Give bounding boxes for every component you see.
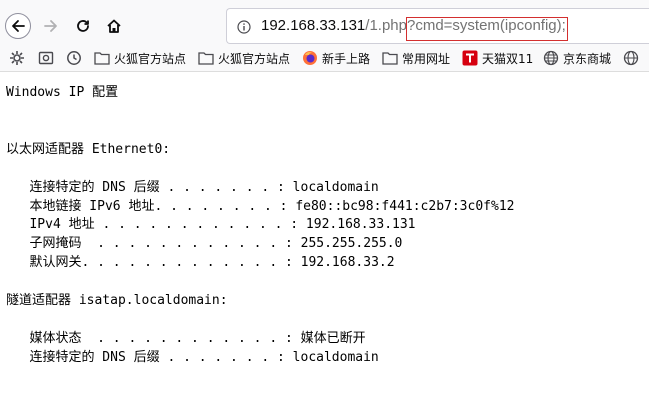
reload-icon (77, 20, 89, 32)
screenshot-icon (38, 51, 54, 65)
bookmark-tmall[interactable]: 天猫双11 (462, 49, 533, 67)
home-icon (107, 19, 121, 33)
folder-icon (382, 52, 398, 65)
output-line: 连接特定的 DNS 后缀 . . . . . . . : localdomain (6, 350, 379, 365)
folder-icon (198, 52, 214, 65)
bookmark-label: 京东商城 (563, 51, 612, 66)
bookmarks-toolbar: 火狐官方站点 火狐官方站点 新手上路 常用网址 天猫双11 京东商城 (0, 44, 649, 72)
clock-icon (67, 51, 81, 65)
bookmark-label: 常用网址 (402, 51, 451, 66)
gear-icon (10, 51, 24, 65)
browser-toolbar: 192.168.33.131/1.php?cmd=system(ipconfig… (0, 0, 649, 44)
folder-icon (94, 52, 110, 65)
globe-icon (543, 50, 559, 66)
output-line: 媒体状态 . . . . . . . . . . . . : 媒体已断开 (6, 331, 366, 346)
tmall-icon (462, 50, 478, 66)
output-line: IPv4 地址 . . . . . . . . . . . . : 192.16… (6, 217, 416, 232)
bookmark-common-sites[interactable]: 常用网址 (382, 49, 450, 67)
bookmark-history[interactable] (66, 49, 82, 67)
bookmark-screenshot[interactable] (38, 49, 54, 67)
back-arrow-icon (12, 20, 25, 32)
bookmark-jd[interactable]: 京东商城 (543, 49, 611, 67)
url-host: 192.168.33.131 (261, 17, 366, 34)
url-query-highlight-box (406, 17, 568, 41)
forward-button[interactable] (38, 13, 64, 39)
output-line: 隧道适配器 isatap.localdomain: (6, 293, 228, 308)
globe-icon (623, 50, 639, 66)
output-line: 默认网关. . . . . . . . . . . . . : 192.168.… (6, 255, 395, 270)
bookmark-label: 天猫双11 (482, 51, 534, 66)
forward-arrow-icon (44, 20, 57, 32)
output-line: 以太网适配器 Ethernet0: (6, 142, 171, 157)
output-line: 本地链接 IPv6 地址. . . . . . . . : fe80::bc98… (6, 199, 515, 214)
bookmark-settings[interactable] (9, 49, 25, 67)
bookmark-firefox-site-2[interactable]: 火狐官方站点 (198, 49, 290, 67)
output-line: 连接特定的 DNS 后缀 . . . . . . . : localdomain (6, 180, 379, 195)
bookmark-label: 新手上路 (322, 51, 371, 66)
firefox-icon (303, 51, 317, 65)
bookmark-firefox-site-1[interactable]: 火狐官方站点 (94, 49, 186, 67)
bookmark-getting-started[interactable]: 新手上路 (302, 49, 370, 67)
bookmark-label: 火狐官方站点 (114, 51, 187, 66)
reload-button[interactable] (70, 13, 96, 39)
bookmark-label: 火狐官方站点 (218, 51, 291, 66)
output-line: Windows IP 配置 (6, 85, 119, 100)
home-button[interactable] (101, 13, 127, 39)
info-icon[interactable] (237, 20, 251, 34)
back-button[interactable] (5, 13, 31, 39)
output-line: 子网掩码 . . . . . . . . . . . . : 255.255.2… (6, 236, 403, 251)
bookmark-overflow[interactable] (623, 49, 639, 67)
